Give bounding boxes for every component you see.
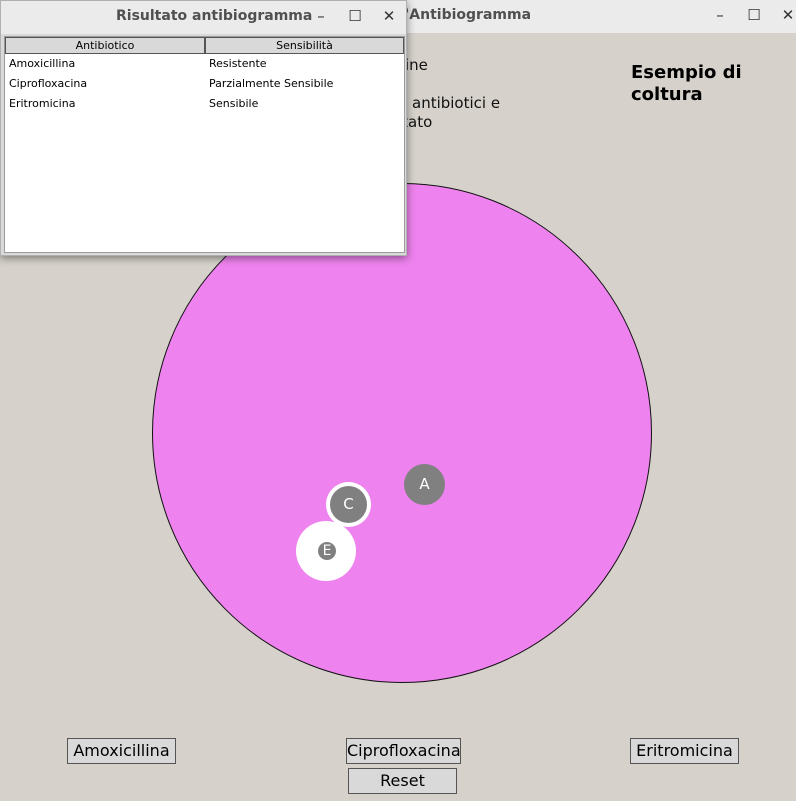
result-window-title: Risultato antibiogramma	[116, 8, 313, 24]
amoxicillina-button[interactable]: Amoxicillina	[67, 738, 176, 764]
column-header-antibiotico[interactable]: Antibiotico	[5, 37, 205, 54]
reset-button[interactable]: Reset	[348, 768, 457, 794]
row-1-antibiotic[interactable]: Amoxicillina	[9, 57, 75, 70]
disc-c: C	[330, 486, 367, 523]
row-2-antibiotic[interactable]: Ciprofloxacina	[9, 77, 87, 90]
column-header-sensibilita[interactable]: Sensibilità	[205, 37, 404, 54]
disc-a: A	[404, 464, 445, 505]
maximize-icon[interactable]: ☐	[744, 6, 764, 24]
minimize-icon[interactable]: –	[311, 7, 331, 25]
row-2-sensitivity[interactable]: Parzialmente Sensibile	[209, 77, 333, 90]
main-window-title: 'Antibiogramma	[405, 7, 532, 23]
close-icon[interactable]: ✕	[379, 7, 399, 25]
maximize-icon[interactable]: ☐	[345, 7, 365, 25]
disc-e: E	[318, 542, 336, 560]
result-window: Risultato antibiogramma – ☐ ✕ Antibiotic…	[0, 0, 407, 256]
instruction-line-1: ine	[405, 56, 428, 74]
result-titlebar[interactable]: Risultato antibiogramma – ☐ ✕	[1, 1, 406, 34]
minimize-icon[interactable]: –	[710, 6, 730, 24]
culture-title: Esempio di coltura	[631, 62, 742, 105]
row-3-sensitivity[interactable]: Sensibile	[209, 97, 258, 110]
instruction-line-2: e antibiotici e	[398, 94, 501, 112]
close-icon[interactable]: ✕	[778, 6, 796, 24]
petri-dish	[152, 183, 652, 683]
row-1-sensitivity[interactable]: Resistente	[209, 57, 267, 70]
row-3-antibiotic[interactable]: Eritromicina	[9, 97, 75, 110]
eritromicina-button[interactable]: Eritromicina	[630, 738, 739, 764]
ciprofloxacina-button[interactable]: Ciprofloxacina	[346, 738, 461, 764]
results-table[interactable]: Antibiotico Sensibilità Amoxicillina Res…	[4, 36, 405, 253]
